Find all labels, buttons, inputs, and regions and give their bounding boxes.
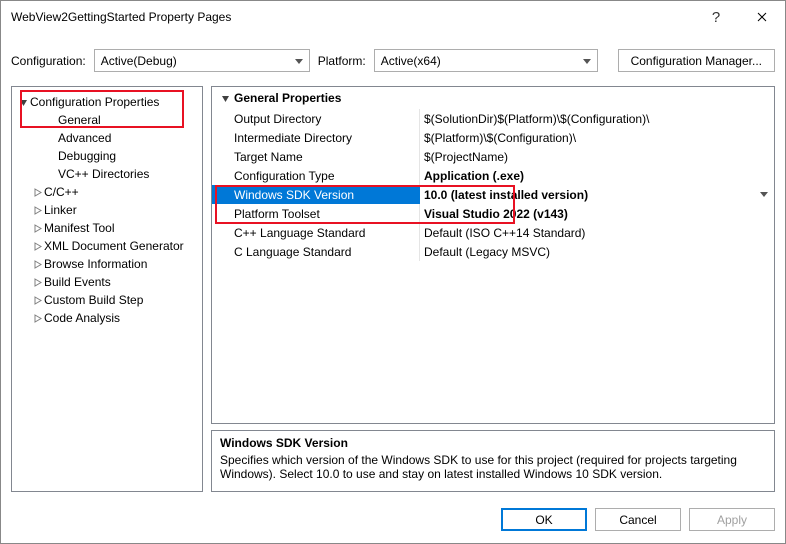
tree-item[interactable]: Debugging <box>12 147 202 165</box>
prop-name: C++ Language Standard <box>212 223 420 242</box>
chevron-right-icon[interactable] <box>30 242 44 251</box>
prop-name: Windows SDK Version <box>212 185 420 204</box>
tree-item[interactable]: Manifest Tool <box>12 219 202 237</box>
tree-item-label: Linker <box>44 203 77 217</box>
footer: OK Cancel Apply <box>1 502 785 543</box>
grid-row[interactable]: Target Name$(ProjectName) <box>212 147 774 166</box>
prop-value[interactable]: $(SolutionDir)$(Platform)\$(Configuratio… <box>420 109 774 128</box>
prop-name: Configuration Type <box>212 166 420 185</box>
tree-item[interactable]: VC++ Directories <box>12 165 202 183</box>
tree-item[interactable]: General <box>12 111 202 129</box>
prop-name: Intermediate Directory <box>212 128 420 147</box>
body: Configuration Properties General Advanced… <box>1 86 785 502</box>
tree-item-label: VC++ Directories <box>58 167 149 181</box>
help-button[interactable]: ? <box>693 1 739 33</box>
tree-item-label: Debugging <box>58 149 116 163</box>
tree-item-label: Manifest Tool <box>44 221 114 235</box>
config-toolbar: Configuration: Active(Debug) Platform: A… <box>1 33 785 86</box>
prop-value[interactable]: Application (.exe) <box>420 166 774 185</box>
tree-item-label: Code Analysis <box>44 311 120 325</box>
apply-button[interactable]: Apply <box>689 508 775 531</box>
close-icon <box>757 12 767 22</box>
grid-group-title: General Properties <box>234 91 341 105</box>
tree-item[interactable]: XML Document Generator <box>12 237 202 255</box>
prop-value[interactable]: Visual Studio 2022 (v143) <box>420 204 774 223</box>
grid-row[interactable]: C Language StandardDefault (Legacy MSVC) <box>212 242 774 261</box>
chevron-right-icon[interactable] <box>30 278 44 287</box>
tree-item[interactable]: C/C++ <box>12 183 202 201</box>
tree-item[interactable]: Advanced <box>12 129 202 147</box>
tree-root-label: Configuration Properties <box>30 95 159 109</box>
description-panel: Windows SDK Version Specifies which vers… <box>211 430 775 492</box>
prop-name: Target Name <box>212 147 420 166</box>
platform-label: Platform: <box>318 54 366 68</box>
chevron-right-icon[interactable] <box>30 314 44 323</box>
chevron-right-icon[interactable] <box>30 188 44 197</box>
tree-item-label: General <box>58 113 101 127</box>
tree-root[interactable]: Configuration Properties <box>12 93 202 111</box>
prop-value[interactable]: $(ProjectName) <box>420 147 774 166</box>
tree-item-label: Advanced <box>58 131 111 145</box>
tree-item[interactable]: Linker <box>12 201 202 219</box>
chevron-down-icon[interactable] <box>16 98 30 107</box>
prop-value[interactable]: $(Platform)\$(Configuration)\ <box>420 128 774 147</box>
platform-combo[interactable]: Active(x64) <box>374 49 598 72</box>
close-button[interactable] <box>739 1 785 33</box>
chevron-down-icon[interactable] <box>216 94 234 103</box>
tree-item[interactable]: Build Events <box>12 273 202 291</box>
window-title: WebView2GettingStarted Property Pages <box>11 10 231 24</box>
tree-item-label: Custom Build Step <box>44 293 143 307</box>
chevron-right-icon[interactable] <box>30 224 44 233</box>
grid-row[interactable]: Output Directory$(SolutionDir)$(Platform… <box>212 109 774 128</box>
tree-item[interactable]: Custom Build Step <box>12 291 202 309</box>
prop-value[interactable]: Default (ISO C++14 Standard) <box>420 223 774 242</box>
desc-title: Windows SDK Version <box>220 436 766 450</box>
tree-item[interactable]: Browse Information <box>12 255 202 273</box>
prop-name: Platform Toolset <box>212 204 420 223</box>
property-grid[interactable]: General Properties Output Directory$(Sol… <box>211 86 775 424</box>
titlebar: WebView2GettingStarted Property Pages ? <box>1 1 785 33</box>
platform-value: Active(x64) <box>381 54 441 68</box>
tree-item-label: XML Document Generator <box>44 239 184 253</box>
configuration-combo[interactable]: Active(Debug) <box>94 49 310 72</box>
prop-value[interactable]: 10.0 (latest installed version) <box>420 185 774 204</box>
configuration-value: Active(Debug) <box>101 54 177 68</box>
desc-text: Specifies which version of the Windows S… <box>220 453 766 481</box>
grid-group-header[interactable]: General Properties <box>212 87 774 109</box>
grid-row[interactable]: Platform ToolsetVisual Studio 2022 (v143… <box>212 204 774 223</box>
configuration-label: Configuration: <box>11 54 86 68</box>
chevron-right-icon[interactable] <box>30 260 44 269</box>
ok-button[interactable]: OK <box>501 508 587 531</box>
prop-name: C Language Standard <box>212 242 420 261</box>
chevron-right-icon[interactable] <box>30 296 44 305</box>
grid-row[interactable]: Intermediate Directory$(Platform)\$(Conf… <box>212 128 774 147</box>
tree-item-label: Build Events <box>44 275 111 289</box>
tree-item-label: Browse Information <box>44 257 147 271</box>
property-tree[interactable]: Configuration Properties General Advanced… <box>11 86 203 492</box>
grid-row[interactable]: C++ Language StandardDefault (ISO C++14 … <box>212 223 774 242</box>
grid-row[interactable]: Windows SDK Version10.0 (latest installe… <box>212 185 774 204</box>
prop-name: Output Directory <box>212 109 420 128</box>
prop-value[interactable]: Default (Legacy MSVC) <box>420 242 774 261</box>
right-pane: General Properties Output Directory$(Sol… <box>211 86 775 492</box>
configuration-manager-button[interactable]: Configuration Manager... <box>618 49 775 72</box>
tree-item-label: C/C++ <box>44 185 79 199</box>
chevron-right-icon[interactable] <box>30 206 44 215</box>
grid-row[interactable]: Configuration TypeApplication (.exe) <box>212 166 774 185</box>
cancel-button[interactable]: Cancel <box>595 508 681 531</box>
tree-item[interactable]: Code Analysis <box>12 309 202 327</box>
